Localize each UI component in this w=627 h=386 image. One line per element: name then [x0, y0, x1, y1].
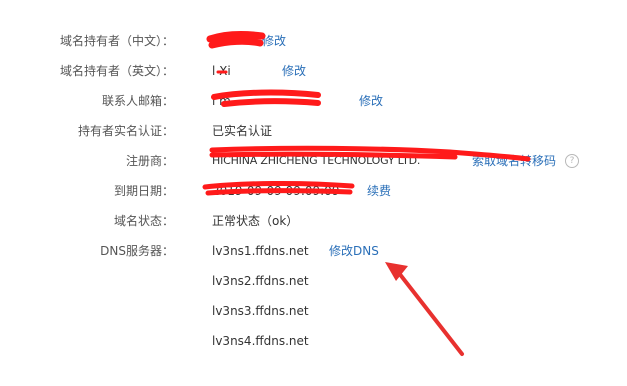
verification-label: 持有者实名认证：: [77, 124, 174, 138]
dns-server-3: lv3ns3.ffdns.net: [212, 304, 309, 318]
dns-server-row: lv3ns4.ffdns.net: [0, 331, 627, 351]
registrar-value: HICHINA ZHICHENG TECHNOLOGY LTD.: [212, 154, 421, 167]
holder-en-value: l Xi: [212, 64, 231, 78]
edit-holder-en-link[interactable]: 修改: [282, 61, 306, 81]
registrar-label: 注册商：: [125, 154, 174, 168]
domain-status-label: 域名状态：: [113, 214, 174, 228]
dns-server-1: lv3ns1.ffdns.net: [212, 244, 309, 258]
edit-holder-cn-link[interactable]: 修改: [262, 31, 286, 51]
expiry-value: 2019-09-09 09:09:09: [212, 184, 340, 198]
edit-dns-link[interactable]: 修改DNS: [329, 241, 379, 261]
expiry-label: 到期日期：: [113, 184, 174, 198]
contact-email-value: l m: [212, 94, 231, 108]
question-circle-icon[interactable]: ?: [565, 154, 579, 168]
dns-row: DNS服务器： lv3ns1.ffdns.net 修改DNS: [0, 241, 627, 261]
dns-server-row: lv3ns3.ffdns.net: [0, 301, 627, 321]
get-transfer-code-link[interactable]: 索取域名转移码: [472, 151, 556, 171]
expiry-row: 到期日期： 2019-09-09 09:09:09 续费: [0, 181, 627, 201]
contact-email-label: 联系人邮箱：: [101, 94, 174, 108]
contact-email-row: 联系人邮箱： l m 修改: [0, 91, 627, 111]
holder-en-row: 域名持有者（英文）： l Xi 修改: [0, 61, 627, 81]
holder-cn-row: 域名持有者（中文）： 修改: [0, 31, 627, 51]
dns-server-2: lv3ns2.ffdns.net: [212, 274, 309, 288]
verification-status: 已实名认证: [212, 124, 273, 138]
dns-server-row: lv3ns2.ffdns.net: [0, 271, 627, 291]
registrar-row: 注册商： HICHINA ZHICHENG TECHNOLOGY LTD. 索取…: [0, 151, 627, 171]
domain-status-row: 域名状态： 正常状态（ok）: [0, 211, 627, 231]
holder-en-label: 域名持有者（英文）：: [59, 64, 174, 78]
dns-server-4: lv3ns4.ffdns.net: [212, 334, 309, 348]
domain-status-value: 正常状态（ok）: [212, 214, 299, 228]
dns-label: DNS服务器：: [100, 244, 174, 258]
holder-cn-label: 域名持有者（中文）：: [59, 34, 174, 48]
verification-row: 持有者实名认证： 已实名认证: [0, 121, 627, 141]
renew-link[interactable]: 续费: [367, 181, 391, 201]
edit-contact-email-link[interactable]: 修改: [359, 91, 383, 111]
